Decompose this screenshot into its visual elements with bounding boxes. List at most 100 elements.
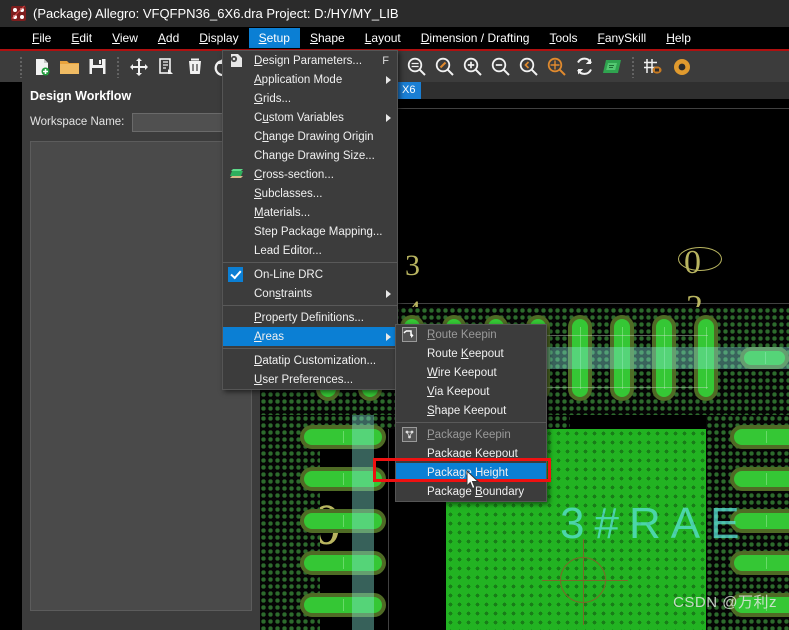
- delete-icon[interactable]: [182, 54, 207, 79]
- highlight-band: [352, 415, 374, 630]
- menu-item-label: Areas: [254, 330, 285, 343]
- menu-item-label: On-Line DRC: [254, 268, 324, 281]
- menu-item-label: Wire Keepout: [427, 366, 497, 379]
- toolbar-separator: [632, 55, 634, 78]
- allegro-app-icon: [11, 6, 26, 21]
- checkbox-checked-icon: [228, 267, 243, 282]
- setup-item-property-definitions[interactable]: Property Definitions...: [223, 308, 397, 327]
- setup-item-custom-variables[interactable]: Custom Variables: [223, 108, 397, 127]
- areas-item-wire-keepout[interactable]: Wire Keepout: [396, 363, 546, 382]
- menu-dimension-drafting[interactable]: Dimension / Drafting: [411, 28, 540, 48]
- menu-item-label: Lead Editor...: [254, 244, 322, 257]
- menu-add[interactable]: Add: [148, 28, 189, 48]
- move-icon[interactable]: [126, 54, 151, 79]
- allegro-window: (Package) Allegro: VFQFPN36_6X6.dra Proj…: [0, 0, 789, 630]
- setup-item-cross-section[interactable]: Cross-section...: [223, 165, 397, 184]
- setup-item-user-preferences[interactable]: User Preferences...: [223, 370, 397, 389]
- open-folder-icon[interactable]: [57, 54, 82, 79]
- menu-item-label: Route Keepout: [427, 347, 504, 360]
- zoom-fit-icon[interactable]: [404, 54, 429, 79]
- menu-item-label: Package Keepin: [427, 428, 511, 441]
- setup-item-grids[interactable]: Grids...: [223, 89, 397, 108]
- menu-file[interactable]: File: [22, 28, 61, 48]
- areas-item-package-keepout[interactable]: Package Keepout: [396, 444, 546, 463]
- workflow-list[interactable]: [30, 141, 252, 611]
- areas-item-route-keepin[interactable]: Route Keepin: [396, 325, 546, 344]
- setup-item-step-package-mapping[interactable]: Step Package Mapping...: [223, 222, 397, 241]
- route-keepin-icon: [402, 327, 417, 342]
- pcb-pad: [730, 551, 789, 575]
- new-file-icon[interactable]: [29, 54, 54, 79]
- menu-item-label: User Preferences...: [254, 373, 354, 386]
- zoom-out-icon[interactable]: [488, 54, 513, 79]
- setup-menu[interactable]: Design Parameters... F Application Mode Gri…: [222, 50, 398, 390]
- menu-item-label: Materials...: [254, 206, 311, 219]
- menu-help[interactable]: Help: [656, 28, 701, 48]
- datum-crosshair: [542, 580, 628, 581]
- setup-item-on-line-drc[interactable]: On-Line DRC: [223, 265, 397, 284]
- tab-x6[interactable]: X6: [396, 82, 422, 99]
- areas-item-package-height[interactable]: Package Height: [396, 463, 546, 482]
- menu-item-label: Datatip Customization...: [254, 354, 377, 367]
- setup-item-subclasses[interactable]: Subclasses...: [223, 184, 397, 203]
- toolbar-separator: [117, 55, 119, 78]
- setup-item-lead-editor[interactable]: Lead Editor...: [223, 241, 397, 260]
- menu-item-label: Change Drawing Origin: [254, 130, 374, 143]
- submenu-arrow-icon: [386, 289, 391, 298]
- menu-item-label: Via Keepout: [427, 385, 490, 398]
- menu-item-label: Application Mode: [254, 73, 343, 86]
- refresh-icon[interactable]: [572, 54, 597, 79]
- menu-layout[interactable]: Layout: [355, 28, 411, 48]
- toolbar-separator: [20, 55, 22, 78]
- menu-shape[interactable]: Shape: [300, 28, 355, 48]
- setup-item-change-drawing-size[interactable]: Change Drawing Size...: [223, 146, 397, 165]
- save-icon[interactable]: [85, 54, 110, 79]
- menu-display[interactable]: Display: [189, 28, 248, 48]
- setup-item-constraints[interactable]: Constraints: [223, 284, 397, 303]
- title-bar: (Package) Allegro: VFQFPN36_6X6.dra Proj…: [0, 0, 789, 27]
- color-layers-icon[interactable]: [600, 54, 625, 79]
- package-keepin-icon: [402, 427, 417, 442]
- menu-setup[interactable]: Setup: [248, 28, 300, 48]
- copy-icon[interactable]: [154, 54, 179, 79]
- grid-toggle-icon[interactable]: [641, 54, 666, 79]
- visibility-icon[interactable]: [669, 54, 694, 79]
- menu-item-label: Grids...: [254, 92, 292, 105]
- pcb-pad: [730, 425, 789, 449]
- menu-fanyskill[interactable]: FanySkill: [587, 28, 656, 48]
- setup-item-change-drawing-origin[interactable]: Change Drawing Origin: [223, 127, 397, 146]
- menu-edit[interactable]: Edit: [61, 28, 102, 48]
- areas-item-shape-keepout[interactable]: Shape Keepout: [396, 401, 546, 420]
- areas-item-via-keepout[interactable]: Via Keepout: [396, 382, 546, 401]
- setup-item-materials[interactable]: Materials...: [223, 203, 397, 222]
- setup-item-application-mode[interactable]: Application Mode: [223, 70, 397, 89]
- menu-item-label: Route Keepin: [427, 328, 497, 341]
- workspace-name-label: Workspace Name:: [30, 116, 125, 128]
- setup-item-design-parameters[interactable]: Design Parameters... F: [223, 51, 397, 70]
- menu-item-accelerator: F: [382, 54, 389, 67]
- areas-item-package-keepin[interactable]: Package Keepin: [396, 425, 546, 444]
- menu-tools[interactable]: Tools: [539, 28, 587, 48]
- areas-item-package-boundary[interactable]: Package Boundary: [396, 482, 546, 501]
- menu-item-label: Change Drawing Size...: [254, 149, 375, 162]
- datum-crosshair: [583, 539, 584, 625]
- menu-item-label: Property Definitions...: [254, 311, 364, 324]
- menu-item-label: Constraints: [254, 287, 313, 300]
- menu-item-label: Cross-section...: [254, 168, 334, 181]
- areas-submenu[interactable]: Route Keepin Route Keepout Wire Keepout Via…: [395, 324, 547, 502]
- menu-view[interactable]: View: [102, 28, 148, 48]
- gear-doc-icon: [229, 53, 244, 68]
- setup-item-datatip-customization[interactable]: Datatip Customization...: [223, 351, 397, 370]
- menu-item-label: Shape Keepout: [427, 404, 507, 417]
- areas-item-route-keepout[interactable]: Route Keepout: [396, 344, 546, 363]
- menu-separator: [396, 422, 546, 423]
- setup-item-areas[interactable]: Areas: [223, 327, 397, 346]
- submenu-arrow-icon: [386, 75, 391, 84]
- pcb-pad: [730, 467, 789, 491]
- zoom-in-icon[interactable]: [460, 54, 485, 79]
- menu-separator: [223, 305, 397, 306]
- menu-item-label: Package Boundary: [427, 485, 525, 498]
- zoom-icon[interactable]: [432, 54, 457, 79]
- zoom-point-icon[interactable]: [544, 54, 569, 79]
- zoom-previous-icon[interactable]: [516, 54, 541, 79]
